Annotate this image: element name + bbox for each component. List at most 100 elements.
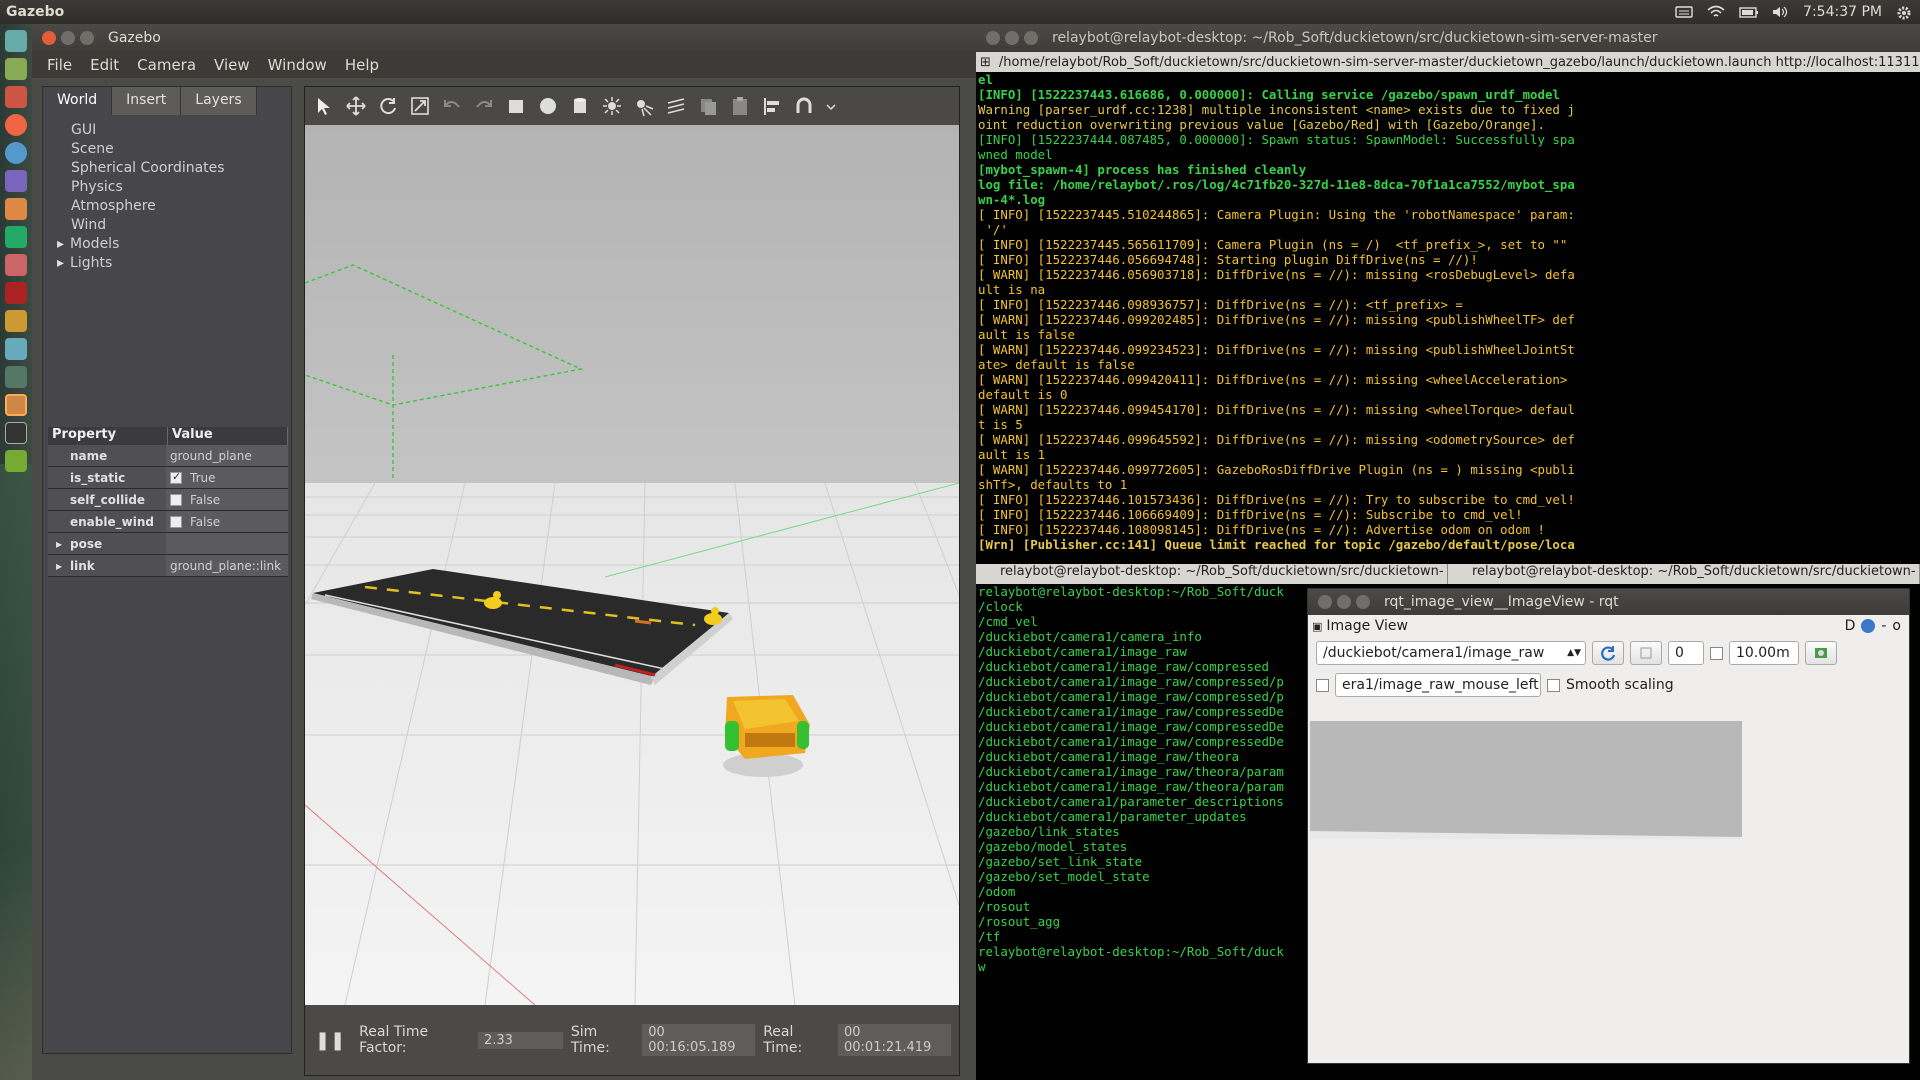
chrome-icon[interactable] [5, 142, 27, 164]
prop-row-self-collide[interactable]: self_collide False [48, 489, 288, 511]
prop-row-link[interactable]: link ground_plane::link [48, 555, 288, 577]
terminal-tab-1[interactable]: relaybot@relaybot-desktop: ~/Rob_Soft/du… [976, 564, 1448, 584]
tree-item-atmosphere[interactable]: Atmosphere [55, 197, 291, 216]
is-static-checkbox[interactable] [170, 470, 182, 484]
box-shape-icon[interactable] [505, 95, 527, 117]
minimize-panel-icon[interactable]: - [1881, 618, 1886, 634]
copy-icon[interactable] [697, 95, 719, 117]
prop-value: ground_plane::link [166, 555, 288, 576]
files-icon[interactable] [5, 58, 27, 80]
scale-icon[interactable] [409, 95, 431, 117]
minimize-icon[interactable] [61, 31, 75, 45]
zoom-fit-icon[interactable] [1630, 641, 1662, 665]
battery-icon[interactable] [1739, 5, 1759, 19]
rqt-titlebar[interactable]: rqt_image_view__ImageView - rqt [1308, 589, 1909, 615]
camera-image[interactable] [1310, 721, 1742, 839]
app-icon[interactable] [5, 338, 27, 360]
tree-item-lights[interactable]: Lights [55, 254, 291, 273]
topic-select[interactable]: /duckiebot/camera1/image_raw ▲▼ [1316, 641, 1586, 665]
publish-mouse-checkbox[interactable] [1316, 678, 1329, 692]
settings-gear-icon[interactable] [1896, 5, 1914, 20]
software-center-icon[interactable] [5, 198, 27, 220]
menu-file[interactable]: File [38, 56, 81, 74]
app-icon[interactable] [5, 450, 27, 472]
spot-light-icon[interactable] [633, 95, 655, 117]
maximize-icon[interactable] [80, 31, 94, 45]
prop-row-name[interactable]: name ground_plane [48, 445, 288, 467]
directional-light-icon[interactable] [665, 95, 687, 117]
save-image-icon[interactable] [1805, 641, 1837, 665]
terminal-tab[interactable]: ⊞ /home/relaybot/Rob_Soft/duckietown/src… [976, 52, 1920, 72]
terminal-icon[interactable] [5, 422, 27, 444]
menu-help[interactable]: Help [336, 56, 388, 74]
volume-icon[interactable] [1771, 5, 1789, 19]
translate-icon[interactable] [345, 95, 367, 117]
self-collide-checkbox[interactable] [170, 493, 182, 506]
redo-icon[interactable] [473, 95, 495, 117]
maximize-icon[interactable] [1356, 595, 1370, 609]
help-icon[interactable] [1861, 619, 1876, 633]
terminal-tab-2[interactable]: relaybot@relaybot-desktop: ~/Rob_Soft/du… [1448, 564, 1920, 584]
snap-magnet-icon[interactable] [793, 95, 815, 117]
terminal-output[interactable]: el [INFO] [1522237443.616686, 0.000000]: … [976, 72, 1920, 552]
prop-row-pose[interactable]: pose [48, 533, 288, 555]
gazebo-titlebar[interactable]: Gazebo [32, 24, 976, 52]
refresh-icon[interactable] [1592, 641, 1624, 665]
app-icon[interactable] [5, 310, 27, 332]
tab-insert[interactable]: Insert [112, 87, 182, 115]
max-depth-spinbox[interactable]: 10.00m [1729, 641, 1799, 665]
align-icon[interactable] [761, 95, 783, 117]
point-light-icon[interactable] [601, 95, 623, 117]
system-tray: 7:54:37 PM [1675, 0, 1914, 24]
gazebo-icon[interactable] [5, 394, 27, 416]
tree-item-physics[interactable]: Physics [55, 178, 291, 197]
menu-edit[interactable]: Edit [81, 56, 128, 74]
chevron-down-icon[interactable] [825, 95, 847, 117]
close-icon[interactable] [42, 31, 56, 45]
tree-item-spherical-coordinates[interactable]: Spherical Coordinates [55, 159, 291, 178]
clock[interactable]: 7:54:37 PM [1803, 4, 1882, 20]
prop-row-is-static[interactable]: is_static True [48, 467, 288, 489]
enable-wind-checkbox[interactable] [170, 515, 182, 528]
tree-item-wind[interactable]: Wind [55, 216, 291, 235]
undo-icon[interactable] [441, 95, 463, 117]
tab-world[interactable]: World [43, 87, 113, 115]
panel-d-button[interactable]: D [1845, 618, 1856, 634]
app-icon[interactable] [5, 226, 27, 248]
3d-scene-view[interactable] [304, 125, 960, 1006]
rotate-icon[interactable] [377, 95, 399, 117]
tree-item-gui[interactable]: GUI [55, 121, 291, 140]
close-icon[interactable] [986, 31, 1000, 45]
menu-view[interactable]: View [205, 56, 259, 74]
maximize-icon[interactable] [1024, 31, 1038, 45]
app-icon[interactable] [5, 86, 27, 108]
menu-camera[interactable]: Camera [128, 56, 205, 74]
sphere-shape-icon[interactable] [537, 95, 559, 117]
close-panel-icon[interactable]: o [1892, 618, 1901, 634]
minimize-icon[interactable] [1337, 595, 1351, 609]
mouse-topic-input[interactable]: era1/image_raw_mouse_left [1335, 673, 1541, 697]
tab-layers[interactable]: Layers [181, 87, 257, 115]
tree-item-models[interactable]: Models [55, 235, 291, 254]
cylinder-shape-icon[interactable] [569, 95, 591, 117]
terminal-red-icon[interactable] [5, 282, 27, 304]
wifi-icon[interactable] [1707, 5, 1725, 19]
app-icon[interactable] [5, 170, 27, 192]
close-icon[interactable] [1318, 595, 1332, 609]
keyboard-icon[interactable] [1675, 5, 1693, 19]
dynamic-range-checkbox[interactable] [1710, 646, 1723, 660]
tree-item-scene[interactable]: Scene [55, 140, 291, 159]
pause-icon[interactable]: ❚❚ [315, 1030, 345, 1051]
prop-row-enable-wind[interactable]: enable_wind False [48, 511, 288, 533]
paste-icon[interactable] [729, 95, 751, 117]
app-icon[interactable] [5, 366, 27, 388]
smooth-scaling-checkbox[interactable] [1547, 678, 1560, 692]
dash-icon[interactable] [5, 30, 27, 52]
app-icon[interactable] [5, 254, 27, 276]
menu-window[interactable]: Window [259, 56, 336, 74]
rotation-spinbox[interactable]: 0 [1668, 641, 1704, 665]
minimize-icon[interactable] [1005, 31, 1019, 45]
firefox-icon[interactable] [5, 114, 27, 136]
select-arrow-icon[interactable] [313, 95, 335, 117]
terminal-titlebar[interactable]: relaybot@relaybot-desktop: ~/Rob_Soft/du… [976, 24, 1920, 52]
